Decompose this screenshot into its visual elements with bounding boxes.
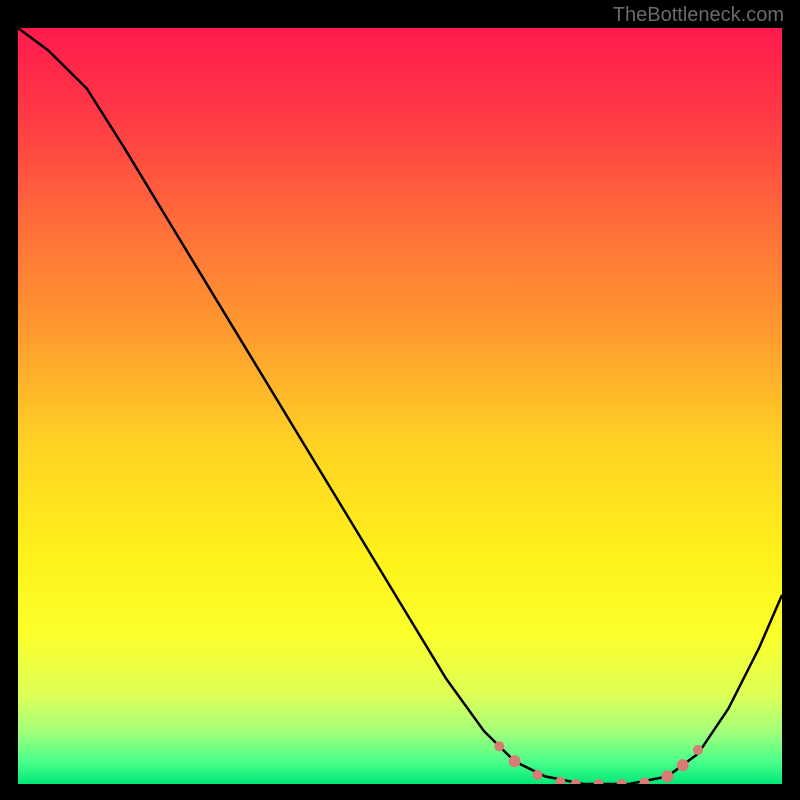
marker-point [693,745,703,755]
marker-point [661,770,673,782]
marker-point [533,770,543,780]
marker-point [677,759,689,771]
chart-plot [18,28,782,784]
marker-point [494,741,504,751]
chart-svg [18,28,782,784]
watermark-text: TheBottleneck.com [613,4,784,27]
chart-background [18,28,782,784]
marker-point [509,755,521,767]
